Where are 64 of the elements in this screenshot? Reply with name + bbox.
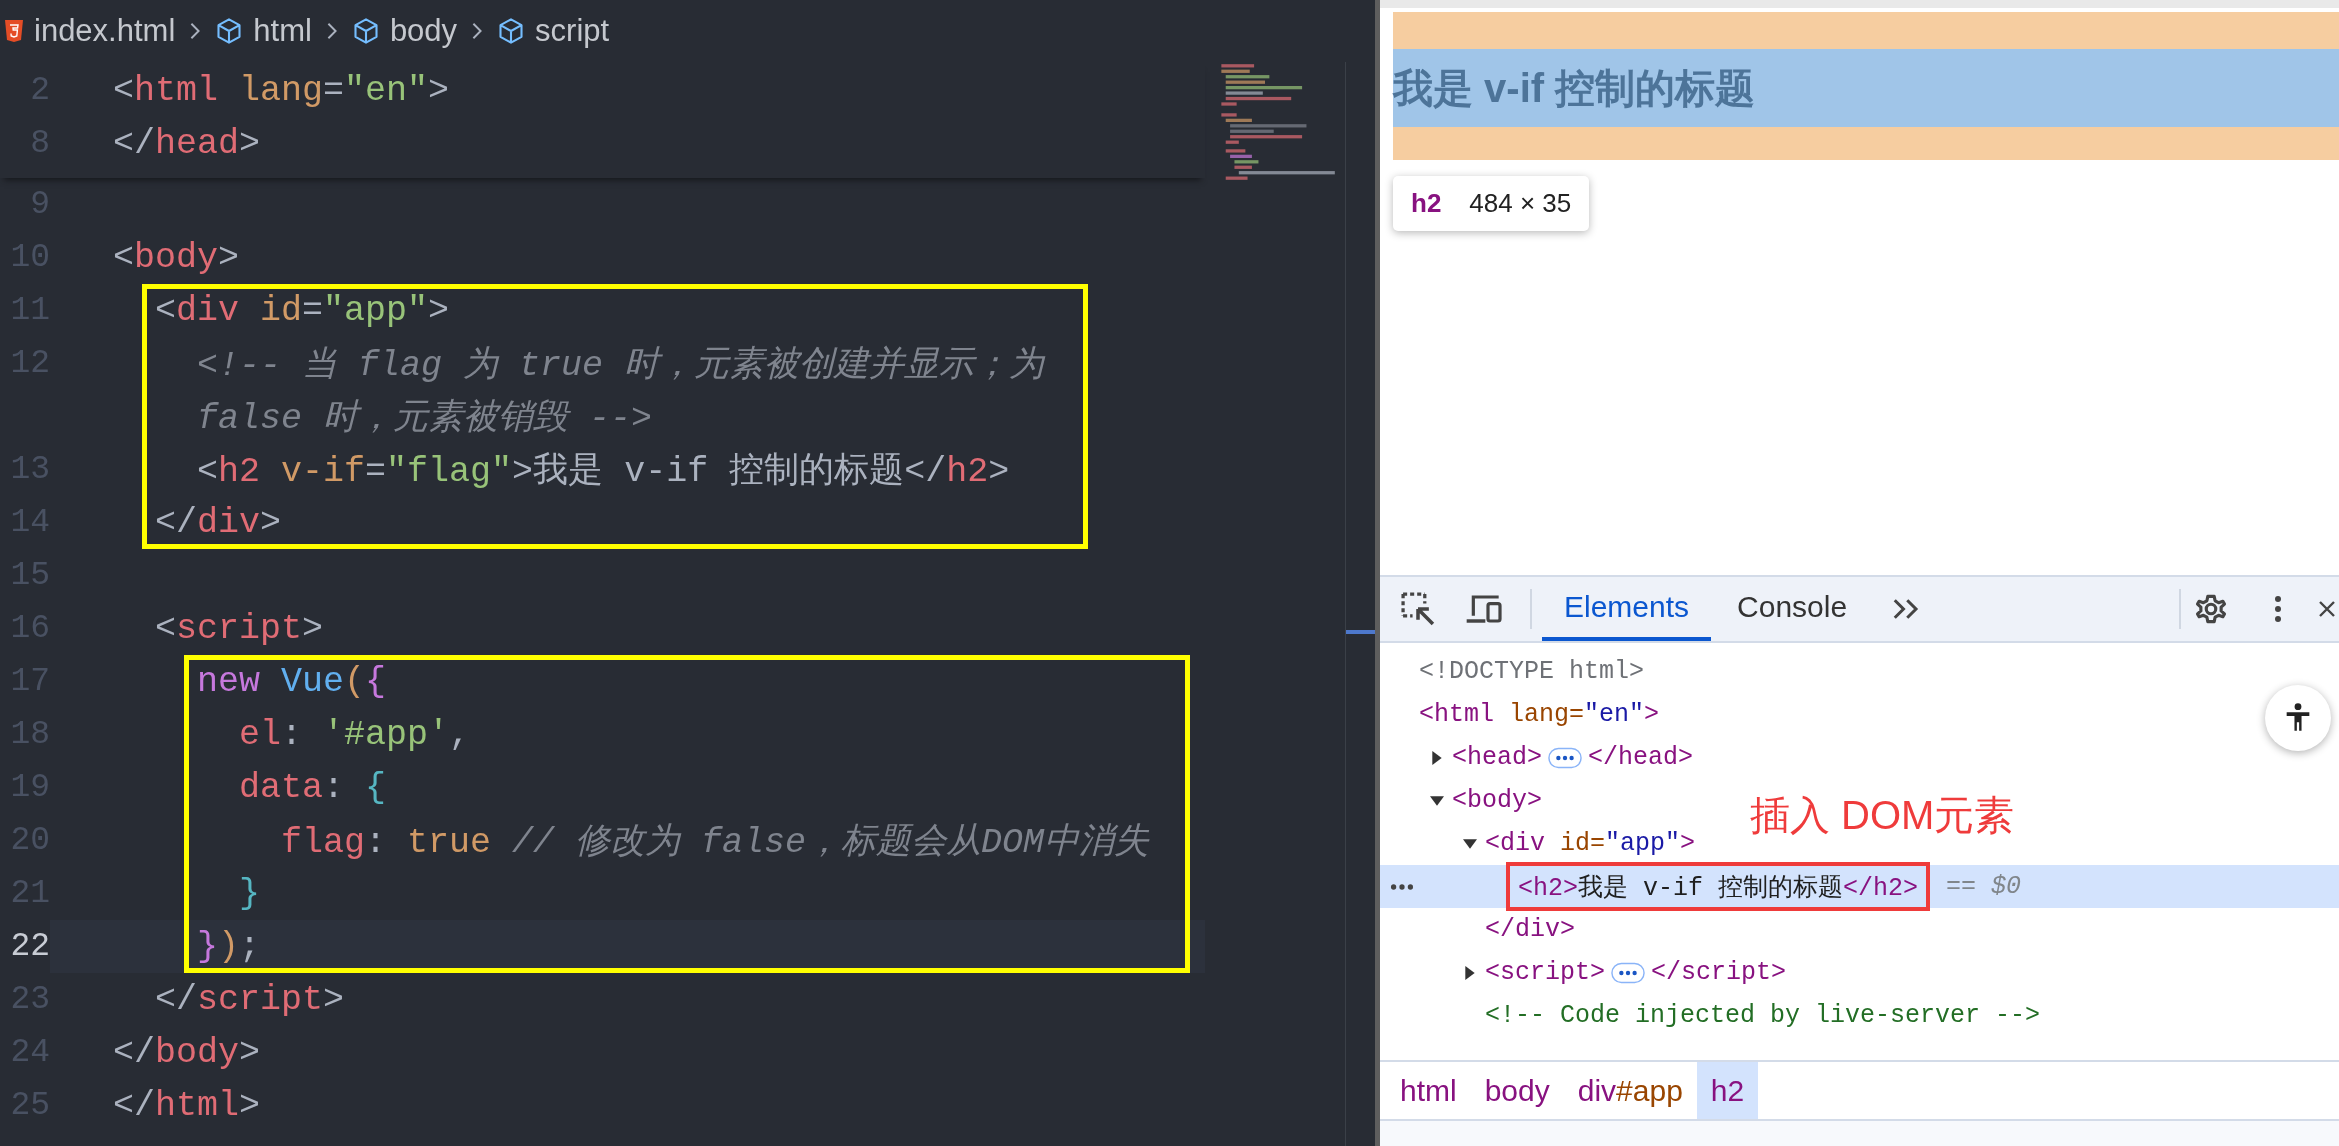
cube-icon <box>215 17 244 45</box>
dom-node[interactable]: <div id="app"> <box>1485 829 1696 858</box>
dom-node[interactable]: <head> <box>1452 743 1542 772</box>
dom-node[interactable]: <!DOCTYPE html> <box>1419 657 1645 686</box>
dom-node[interactable]: <script> <box>1485 958 1606 987</box>
tag-name: h2 <box>1411 188 1442 219</box>
breadcrumb-item[interactable]: html <box>253 13 312 49</box>
cube-icon <box>351 17 380 45</box>
dom-node[interactable]: </div> <box>1485 915 1575 944</box>
code-line: false 时，元素被销毁 --> <box>197 398 653 440</box>
html-file-icon <box>4 18 24 44</box>
code-line: new Vue({ <box>197 661 387 702</box>
ellipsis-badge[interactable] <box>1611 961 1646 984</box>
page-heading: 我是 v-if 控制的标题 <box>1393 64 1756 112</box>
chevron-icon <box>325 21 338 41</box>
close-icon[interactable] <box>2317 599 2337 619</box>
code-line: </head> <box>113 123 261 164</box>
accessibility-button[interactable] <box>2265 685 2331 751</box>
more-icon[interactable] <box>1390 882 1414 891</box>
scroll-position-marker <box>1346 630 1375 634</box>
selected-row[interactable]: <h2>我是 v-if 控制的标题</h2> == $0 <box>1380 865 2339 908</box>
menu-icon[interactable] <box>2273 594 2283 624</box>
breadcrumb-item[interactable]: body <box>389 13 458 49</box>
code-line: } <box>239 873 261 914</box>
ellipsis-badge[interactable] <box>1548 746 1582 769</box>
breadcrumb-item[interactable]: html <box>1386 1062 1471 1119</box>
cube-icon <box>497 17 526 45</box>
code-line: <div id="app"> <box>155 290 450 331</box>
dom-node[interactable]: </head> <box>1588 743 1694 772</box>
code-line: data: { <box>239 767 387 808</box>
code-line: <!-- 当 flag 为 true 时，元素被创建并显示；为 <box>197 344 1045 387</box>
code-line: el: '#app', <box>239 714 471 755</box>
code-line: flag: true // 修改为 false，标题会从DOM中消失 <box>281 822 1150 864</box>
annotation-label: 插入 DOM元素 <box>1750 795 2015 835</box>
expand-triangle-icon[interactable] <box>1463 965 1477 980</box>
code-line: <body> <box>113 237 240 278</box>
dom-node[interactable]: <body> <box>1452 786 1542 815</box>
breadcrumb-item[interactable]: div#app <box>1563 1062 1697 1119</box>
line-number: 22 <box>9 928 50 965</box>
dom-node[interactable]: <h2>我是 v-if 控制的标题</h2> <box>1506 862 1931 911</box>
dom-node[interactable]: </script> <box>1651 958 1787 987</box>
expand-triangle-icon[interactable] <box>1430 750 1444 765</box>
console-reference: == $0 <box>1946 872 2022 901</box>
element-size: 484 × 35 <box>1469 188 1572 219</box>
dom-node[interactable]: <html lang="en"> <box>1419 700 1660 729</box>
code-line: <script> <box>155 608 324 649</box>
expand-triangle-icon[interactable] <box>1463 836 1477 851</box>
breadcrumb-item[interactable]: body <box>1470 1062 1564 1119</box>
tab[interactable]: Console <box>1715 577 1870 641</box>
tab[interactable]: Elements <box>1542 577 1712 641</box>
dom-node[interactable]: <!-- Code injected by live-server --> <box>1485 1001 2041 1030</box>
code-line: </script> <box>155 979 345 1020</box>
code-line: <h2 v-if="flag">我是 v-if 控制的标题</h2> <box>197 451 1010 493</box>
breadcrumb-item[interactable]: script <box>535 13 610 49</box>
code-line: }); <box>197 926 261 967</box>
code-line: </html> <box>113 1085 261 1126</box>
code-line: </div> <box>155 502 282 543</box>
breadcrumb-item[interactable]: h2 <box>1696 1062 1759 1119</box>
chevron-icon <box>189 21 202 41</box>
chevron-icon <box>471 21 484 41</box>
code-line: </body> <box>113 1032 261 1073</box>
expand-triangle-icon[interactable] <box>1430 793 1444 808</box>
breadcrumb-item[interactable]: index.html <box>34 13 176 49</box>
code-line: <html lang="en"> <box>113 70 450 111</box>
